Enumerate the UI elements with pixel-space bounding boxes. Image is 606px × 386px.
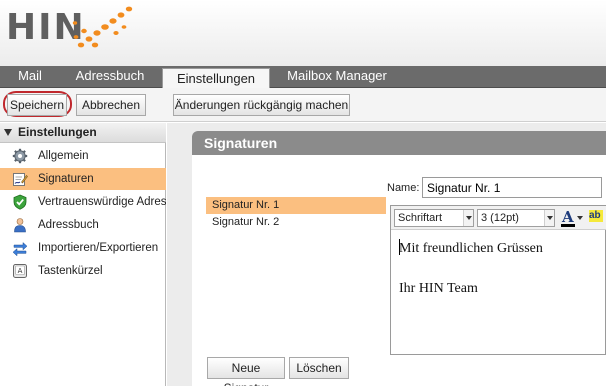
font-family-value: Schriftart xyxy=(398,212,443,224)
sidebar-item-importieren-exportieren[interactable]: Importieren/Exportieren xyxy=(0,237,166,259)
signature-editor: Schriftart 3 (12pt) A ab Mit freundliche… xyxy=(390,205,606,355)
sidebar-item-label: Tastenkürzel xyxy=(38,265,103,277)
shield-check-icon xyxy=(13,194,27,210)
tab-adressbuch[interactable]: Adressbuch xyxy=(64,66,156,88)
sidebar-item-tastenkuerzel[interactable]: A Tastenkürzel xyxy=(0,260,166,282)
font-size-value: 3 (12pt) xyxy=(481,212,519,224)
signatures-panel: Signaturen Name: Signatur Nr. 1 Signatur… xyxy=(192,131,606,386)
new-signature-button[interactable]: Neue Signatur xyxy=(207,357,285,386)
sidebar-item-label: Vertrauenswürdige Adressen xyxy=(38,196,166,208)
delete-signature-button[interactable]: Löschen xyxy=(289,357,349,379)
editor-line: Ihr HIN Team xyxy=(399,281,478,296)
person-icon xyxy=(14,218,26,233)
highlight-icon: ab xyxy=(589,210,601,221)
chevron-down-icon xyxy=(544,210,554,226)
keyboard-key-icon: A xyxy=(13,264,27,278)
sidebar-header[interactable]: Einstellungen xyxy=(0,123,166,143)
tab-mail[interactable]: Mail xyxy=(6,66,54,88)
panel-title: Signaturen xyxy=(192,131,606,155)
signature-list-item[interactable]: Signatur Nr. 1 xyxy=(206,197,386,214)
sidebar-item-label: Importieren/Exportieren xyxy=(38,242,159,254)
highlight-color-button[interactable]: ab xyxy=(589,210,606,226)
signature-list-item[interactable]: Signatur Nr. 2 xyxy=(206,214,386,231)
editor-line xyxy=(399,259,605,279)
sidebar-item-signaturen[interactable]: Signaturen xyxy=(0,168,166,190)
font-color-dropdown-icon[interactable] xyxy=(577,216,583,220)
tab-einstellungen[interactable]: Einstellungen xyxy=(162,68,270,90)
editor-line: Mit freundlichen Grüssen xyxy=(399,241,543,256)
import-export-icon xyxy=(12,241,28,256)
editor-body[interactable]: Mit freundlichen Grüssen Ihr HIN Team xyxy=(391,231,605,354)
sidebar-item-label: Adressbuch xyxy=(38,219,99,231)
logo-dots-icon xyxy=(72,6,133,48)
settings-toolbar: Speichern Abbrechen Änderungen rückgängi… xyxy=(0,88,606,122)
app-header: HIN xyxy=(0,0,606,66)
editor-toolbar: Schriftart 3 (12pt) A ab xyxy=(391,206,606,230)
svg-text:A: A xyxy=(18,267,23,275)
sidebar-item-label: Allgemein xyxy=(38,150,89,162)
sidebar-item-label: Signaturen xyxy=(38,173,94,185)
sidebar-header-label: Einstellungen xyxy=(18,125,97,139)
font-family-select[interactable]: Schriftart xyxy=(394,209,474,227)
name-label: Name: xyxy=(387,182,420,194)
content-area: Signaturen Name: Signatur Nr. 1 Signatur… xyxy=(167,123,606,386)
chevron-down-icon xyxy=(463,210,473,226)
sidebar-item-adressbuch[interactable]: Adressbuch xyxy=(0,214,166,236)
undo-changes-button[interactable]: Änderungen rückgängig machen xyxy=(173,94,350,116)
font-color-button[interactable]: A xyxy=(561,208,575,228)
text-caret xyxy=(399,239,400,255)
collapse-triangle-icon xyxy=(4,129,12,136)
save-button[interactable]: Speichern xyxy=(7,94,67,116)
signature-name-input[interactable] xyxy=(422,177,602,198)
gear-icon xyxy=(12,148,28,164)
tab-mailbox-manager[interactable]: Mailbox Manager xyxy=(278,66,396,88)
main-tab-bar: Mail Adressbuch Einstellungen Mailbox Ma… xyxy=(0,66,606,90)
signature-list: Signatur Nr. 1 Signatur Nr. 2 xyxy=(206,197,386,353)
font-size-select[interactable]: 3 (12pt) xyxy=(477,209,555,227)
settings-sidebar: Einstellungen Allgemein Signaturen Vertr… xyxy=(0,123,166,386)
cancel-button[interactable]: Abbrechen xyxy=(76,94,146,116)
sidebar-item-vertrauenswuerdige-adressen[interactable]: Vertrauenswürdige Adressen xyxy=(0,191,166,213)
signature-icon xyxy=(13,173,28,186)
font-color-swatch xyxy=(561,224,575,227)
sidebar-item-allgemein[interactable]: Allgemein xyxy=(0,145,166,167)
